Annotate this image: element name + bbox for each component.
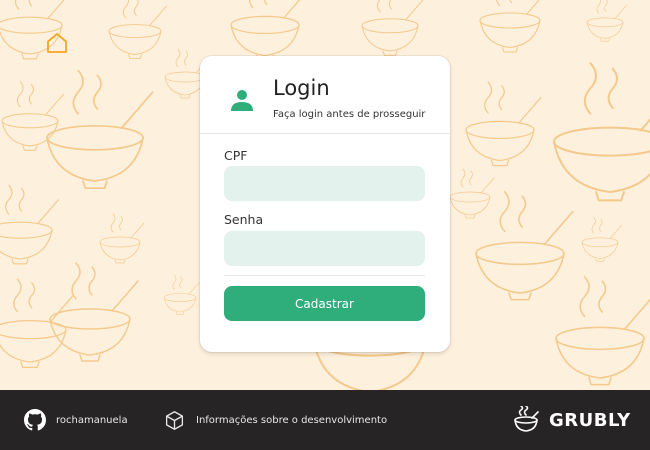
steaming-bowl-icon xyxy=(514,406,539,432)
home-icon xyxy=(47,33,67,53)
footer: rochamanuela Informações sobre o desenvo… xyxy=(0,390,650,450)
brand-logo: GRUBLY xyxy=(513,390,631,450)
senha-label: Senha xyxy=(224,212,264,227)
github-icon xyxy=(24,409,46,431)
cube-icon xyxy=(165,410,184,430)
dev-info-link[interactable]: Informações sobre o desenvolvimento xyxy=(164,390,387,450)
brand-name: GRUBLY xyxy=(549,409,631,431)
cpf-label: CPF xyxy=(224,148,248,163)
github-link[interactable]: rochamanuela xyxy=(24,390,128,450)
senha-input[interactable] xyxy=(224,231,425,266)
home-button[interactable] xyxy=(45,31,69,55)
user-icon xyxy=(231,90,253,111)
dev-info-label: Informações sobre o desenvolvimento xyxy=(196,414,388,426)
submit-button[interactable]: Cadastrar xyxy=(224,286,425,321)
cpf-input[interactable] xyxy=(224,166,425,201)
login-title: Login xyxy=(273,76,330,100)
login-card: Login Faça login antes de prosseguir CPF… xyxy=(200,56,450,352)
login-subtitle: Faça login antes de prosseguir xyxy=(273,109,426,120)
login-header: Login Faça login antes de prosseguir xyxy=(200,56,450,134)
form-divider xyxy=(224,275,425,276)
github-username: rochamanuela xyxy=(56,414,128,426)
